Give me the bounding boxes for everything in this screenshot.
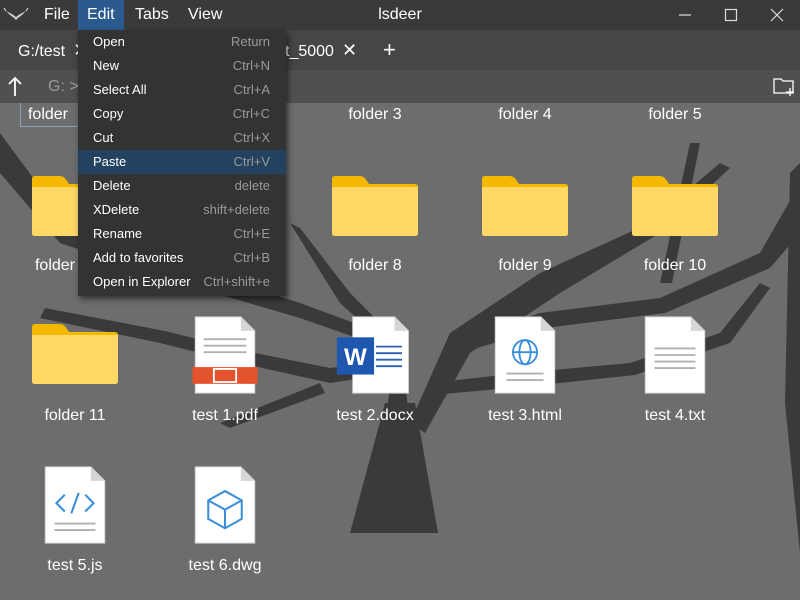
close-window-button[interactable] xyxy=(754,0,800,30)
file-item[interactable]: test 1.pdf xyxy=(150,315,300,425)
file-item[interactable]: test 5.js xyxy=(0,465,150,575)
menu-item-label: Copy xyxy=(93,106,124,121)
file-item[interactable]: test 4.txt xyxy=(600,315,750,425)
menu-item-label: Paste xyxy=(93,154,127,169)
menu-item-label: Rename xyxy=(93,226,143,241)
menu-item-label: Cut xyxy=(93,130,114,145)
file-name: folder 5 xyxy=(648,106,702,123)
file-item[interactable]: test 6.dwg xyxy=(150,465,300,575)
file-name: folder 3 xyxy=(348,106,402,123)
file-name: test 5.js xyxy=(47,557,103,574)
tab-t-5000[interactable]: t_5000 ✕ xyxy=(285,30,357,70)
menu-item-rename[interactable]: Rename Ctrl+E xyxy=(78,222,286,246)
folder-icon xyxy=(332,176,418,236)
menu-item-shortcut: Ctrl+C xyxy=(232,106,270,121)
menu-item-label: New xyxy=(93,58,120,73)
minimize-icon xyxy=(679,14,691,16)
menu-item-xdelete[interactable]: XDelete shift+delete xyxy=(78,198,286,222)
menu-item-shortcut: Return xyxy=(230,34,270,49)
file-item[interactable]: folder 8 xyxy=(300,173,450,283)
menu-item-shortcut: Ctrl+N xyxy=(232,58,270,73)
menu-view[interactable]: View xyxy=(179,0,231,30)
file-item[interactable]: folder 11 xyxy=(0,315,150,425)
menu-item-select-all[interactable]: Select All Ctrl+A xyxy=(78,78,286,102)
menu-item-shortcut: Ctrl+B xyxy=(233,250,270,265)
pdf-file-icon xyxy=(192,316,258,394)
menu-item-add-to-favorites[interactable]: Add to favorites Ctrl+B xyxy=(78,246,286,270)
file-name: test 3.html xyxy=(488,407,562,424)
folder-icon xyxy=(32,324,118,384)
file-name: folder 9 xyxy=(498,257,552,274)
folder-icon xyxy=(632,176,718,236)
word-file-icon: W xyxy=(336,316,409,394)
svg-text:W: W xyxy=(344,344,367,371)
file-name: test 4.txt xyxy=(644,407,706,424)
menu-item-shortcut: Ctrl+A xyxy=(233,82,270,97)
tab-close-icon[interactable]: ✕ xyxy=(342,30,357,70)
html-file-icon xyxy=(494,316,556,394)
file-item[interactable]: folder 9 xyxy=(450,173,600,283)
menu-item-open[interactable]: Open Return xyxy=(78,30,286,54)
menu-edit[interactable]: Edit xyxy=(78,0,124,30)
menu-item-paste[interactable]: Paste Ctrl+V xyxy=(78,150,286,174)
folder-icon xyxy=(482,176,568,236)
menu-item-open-in-explorer[interactable]: Open in Explorer Ctrl+shift+e xyxy=(78,270,286,294)
menu-item-label: XDelete xyxy=(93,202,140,217)
tab-label: G:/test xyxy=(18,43,66,60)
menu-item-shortcut: Ctrl+V xyxy=(233,154,270,169)
menu-item-label: Open in Explorer xyxy=(93,274,191,289)
menu-item-shortcut: Ctrl+X xyxy=(233,130,270,145)
title-bar: File Edit Tabs View lsdeer xyxy=(0,0,800,30)
file-item[interactable]: test 3.html xyxy=(450,315,600,425)
text-file-icon xyxy=(644,316,706,394)
menu-tabs[interactable]: Tabs xyxy=(126,0,178,30)
file-item[interactable]: folder 3 xyxy=(300,103,450,127)
menu-item-delete[interactable]: Delete delete xyxy=(78,174,286,198)
arrow-up-icon[interactable] xyxy=(4,72,26,102)
file-item[interactable]: folder 4 xyxy=(450,103,600,127)
menu-item-new[interactable]: New Ctrl+N xyxy=(78,54,286,78)
file-name: folder 11 xyxy=(44,407,106,424)
file-name: test 1.pdf xyxy=(192,407,258,424)
edit-menu-dropdown: Open Return New Ctrl+N Select All Ctrl+A Co… xyxy=(78,30,286,296)
minimize-button[interactable] xyxy=(662,0,708,30)
file-name: folder 8 xyxy=(348,257,402,274)
menu-file[interactable]: File xyxy=(35,0,79,30)
file-item[interactable]: folder 5 xyxy=(600,103,750,127)
menu-item-label: Open xyxy=(93,34,125,49)
file-name: folder 4 xyxy=(498,106,552,123)
tab-label: t_5000 xyxy=(285,43,334,60)
menu-item-cut[interactable]: Cut Ctrl+X xyxy=(78,126,286,150)
menu-item-shortcut: delete xyxy=(234,178,270,193)
maximize-icon xyxy=(724,8,738,22)
code-file-icon xyxy=(44,466,106,544)
cad-file-icon xyxy=(194,466,256,544)
maximize-button[interactable] xyxy=(708,0,754,30)
menu-item-label: Add to favorites xyxy=(93,250,184,265)
close-icon xyxy=(770,8,784,22)
file-item[interactable]: W test 2.docx xyxy=(300,315,450,425)
menu-item-shortcut: shift+delete xyxy=(203,202,270,217)
menu-item-copy[interactable]: Copy Ctrl+C xyxy=(78,102,286,126)
file-name: test 2.docx xyxy=(336,407,414,424)
deer-logo-icon xyxy=(3,7,29,20)
file-item[interactable]: folder 10 xyxy=(600,173,750,283)
menu-item-label: Select All xyxy=(93,82,147,97)
menu-item-shortcut: Ctrl+E xyxy=(233,226,270,241)
new-folder-icon[interactable] xyxy=(772,74,796,98)
file-name: folder 10 xyxy=(643,257,707,274)
menu-item-shortcut: Ctrl+shift+e xyxy=(203,274,270,289)
file-name: test 6.dwg xyxy=(188,557,262,574)
menu-item-label: Delete xyxy=(93,178,131,193)
add-tab-button[interactable]: + xyxy=(383,30,396,70)
